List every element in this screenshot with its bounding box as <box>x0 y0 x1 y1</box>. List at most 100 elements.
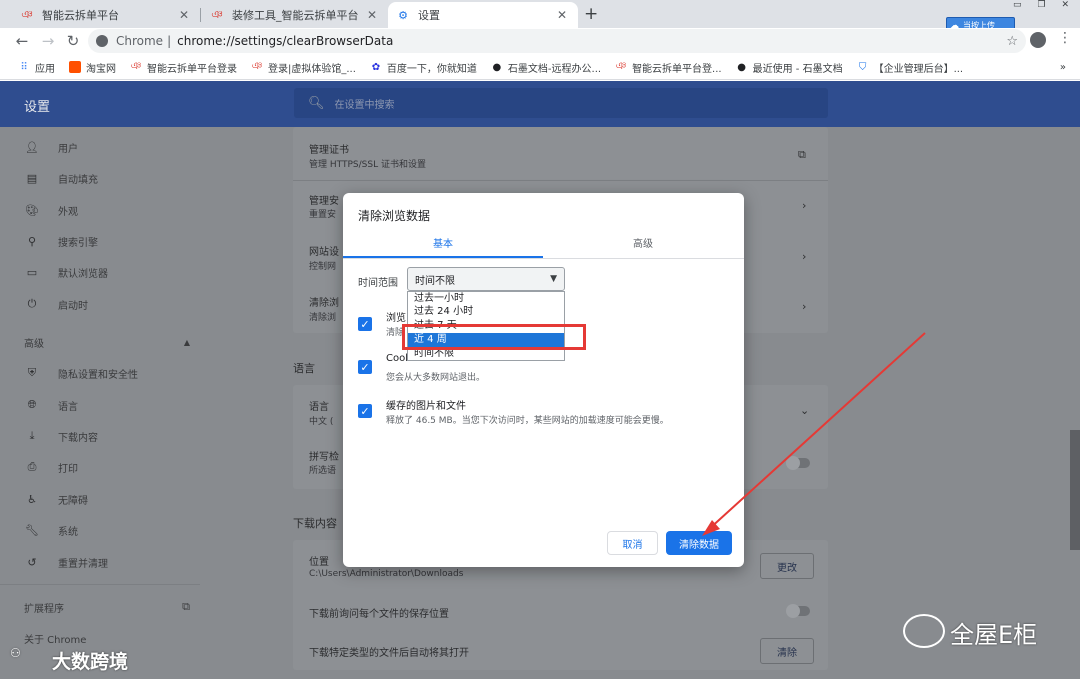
tab-settings[interactable]: ⚙ 设置 ✕ <box>388 2 578 28</box>
history-title: 浏览 <box>386 313 406 324</box>
sidebar-item-system[interactable]: 🔧︎ 系统 <box>24 520 78 540</box>
back-icon[interactable]: ← <box>10 28 34 54</box>
close-icon[interactable]: ✕ <box>176 8 192 22</box>
forward-icon[interactable]: → <box>36 28 60 54</box>
tab-1[interactable]: ঞ 智能云拆单平台 ✕ <box>12 2 200 28</box>
sidebar-item-label: 系统 <box>58 526 78 538</box>
bookmarks-more[interactable]: » <box>1060 62 1066 73</box>
clear-browsing-data-dialog: 清除浏览数据 基本 高级 时间范围 时间不限 ▼ ✓ 浏览 清除 ✓ Cook … <box>343 193 744 567</box>
sidebar-item-label: 重置并清理 <box>58 558 108 570</box>
minimize-icon[interactable]: ▭ <box>1013 0 1022 12</box>
page-title: 设置 <box>24 100 51 115</box>
cancel-button[interactable]: 取消 <box>607 531 658 555</box>
tab-advanced[interactable]: 高级 <box>543 235 743 257</box>
star-icon[interactable]: ☆ <box>1006 34 1018 49</box>
sidebar-item-people[interactable]: 👤︎ 用户 <box>24 137 78 157</box>
new-tab-button[interactable]: + <box>584 4 598 24</box>
globe-icon: 🌐︎ <box>27 398 37 411</box>
change-location-button[interactable]: 更改 <box>760 553 814 579</box>
close-icon[interactable]: ✕ <box>364 8 380 22</box>
bookmark-item[interactable]: ঞ 智能云拆单平台登录 <box>130 60 237 75</box>
wechat-icon <box>903 614 945 648</box>
sidebar-item-label: 搜索引擎 <box>58 237 98 249</box>
cookies-checkbox[interactable]: ✓ <box>358 360 372 374</box>
languages-section-title: 语言 <box>293 362 315 375</box>
tab-basic[interactable]: 基本 <box>343 235 543 257</box>
sidebar-item-search-engine[interactable]: ⚲ 搜索引擎 <box>24 231 98 251</box>
omnibox-site: Chrome <box>116 34 164 48</box>
sidebar-item-startup[interactable]: ⏻ 启动时 <box>24 294 88 314</box>
accessibility-icon: ♿︎ <box>27 492 37 506</box>
dropdown-arrow-icon: ▼ <box>550 274 557 284</box>
sidebar-item-privacy[interactable]: ⛨ 隐私设置和安全性 <box>24 363 138 383</box>
bookmark-item[interactable]: ⛉ 【企业管理后台】... <box>857 60 964 75</box>
bookmark-item[interactable]: ● 最近使用 - 石墨文档 <box>736 60 842 75</box>
sidebar-item-reset[interactable]: ↺ 重置并清理 <box>24 552 108 572</box>
bookmark-item[interactable]: ঞ 登录|虚拟体验馆_... <box>251 60 356 75</box>
window-controls[interactable]: ▭ ❐ ✕ <box>1005 0 1077 12</box>
bookmark-item[interactable]: ● 石墨文档-远程办公... <box>491 60 602 75</box>
time-range-value: 时间不限 <box>415 275 455 287</box>
tab-divider <box>343 258 744 259</box>
reload-icon[interactable]: ↻ <box>61 28 85 54</box>
clear-data-title: 清除浏 <box>309 298 339 309</box>
scrollbar[interactable] <box>1070 430 1080 550</box>
baidu-paw-icon: ✿ <box>371 61 381 73</box>
clear-data-subtitle: 清除浏 <box>309 313 337 323</box>
sidebar-item-default-browser[interactable]: ▭ 默认浏览器 <box>24 262 108 282</box>
sidebar-item-label: 默认浏览器 <box>58 268 108 280</box>
sidebar-item-extensions[interactable]: 扩展程序 ⧉ <box>24 597 190 617</box>
close-icon[interactable]: ✕ <box>554 8 570 22</box>
apps-icon: ⠿ <box>20 61 28 73</box>
language-subtitle: 中文 ( <box>309 417 334 427</box>
bookmark-item[interactable]: ✿ 百度一下，你就知道 <box>370 60 477 75</box>
omnibox[interactable]: Chrome | chrome://settings/clearBrowserD… <box>88 29 1026 53</box>
time-range-select[interactable]: 时间不限 ▼ <box>407 267 565 291</box>
chevron-right-icon[interactable]: › <box>802 199 806 212</box>
option-last-hour[interactable]: 过去一小时 <box>408 292 564 306</box>
cert-subtitle: 管理 HTTPS/SSL 证书和设置 <box>309 160 426 170</box>
divider <box>293 180 828 181</box>
site-settings-subtitle: 控制网 <box>309 262 337 272</box>
bookmark-label: 登录|虚拟体验馆_... <box>268 63 356 75</box>
sidebar-item-about[interactable]: 关于 Chrome <box>24 628 86 648</box>
spellcheck-title: 拼写检 <box>309 452 339 463</box>
sidebar-item-appearance[interactable]: 🎨︎ 外观 <box>24 200 78 220</box>
security-title: 管理安 <box>309 196 339 207</box>
sidebar-item-accessibility[interactable]: ♿︎ 无障碍 <box>24 489 88 509</box>
sidebar-item-downloads[interactable]: ⤓ 下载内容 <box>24 426 98 446</box>
restore-icon[interactable]: ❐ <box>1037 0 1045 12</box>
sidebar-item-autofill[interactable]: ▤ 自动填充 <box>24 168 98 188</box>
app-logo-icon: ঞ <box>615 60 627 72</box>
search-placeholder: 在设置中搜索 <box>334 99 395 111</box>
search-icon: ⚲ <box>27 234 37 248</box>
tab-separator <box>200 8 201 22</box>
bookmark-apps[interactable]: ⠿ 应用 <box>18 60 55 75</box>
ask-location-toggle[interactable] <box>786 604 810 618</box>
sidebar-item-printing[interactable]: ⎙ 打印 <box>24 457 78 477</box>
clear-auto-open-button[interactable]: 清除 <box>760 638 814 664</box>
bookmark-item[interactable]: 淘宝网 <box>69 60 116 75</box>
sidebar-item-label: 下载内容 <box>58 432 98 444</box>
gear-icon: ⚙ <box>398 8 408 22</box>
menu-icon[interactable]: ⋮ <box>1058 30 1072 46</box>
bookmark-label: 智能云拆单平台登... <box>632 63 722 75</box>
bookmark-label: 【企业管理后台】... <box>873 63 964 75</box>
chevron-right-icon[interactable]: › <box>802 300 806 313</box>
shimo-icon: ● <box>492 61 502 73</box>
close-window-icon[interactable]: ✕ <box>1061 0 1069 12</box>
sidebar-item-label: 语言 <box>58 401 78 413</box>
bookmark-item[interactable]: ঞ 智能云拆单平台登... <box>615 60 722 75</box>
sidebar-advanced-toggle[interactable]: 高级 ▲ <box>24 332 190 352</box>
bookmarks-bar: ⠿ 应用 淘宝网 ঞ 智能云拆单平台登录 ঞ 登录|虚拟体验馆_... ✿ 百度一下，你… <box>0 55 1080 80</box>
option-last-24h[interactable]: 过去 24 小时 <box>408 305 564 319</box>
external-link-icon[interactable]: ⧉ <box>798 148 806 162</box>
history-checkbox[interactable]: ✓ <box>358 317 372 331</box>
tab-2[interactable]: ঞ 装修工具_智能云拆单平台 ✕ <box>202 2 388 28</box>
settings-search[interactable]: 🔍︎ 在设置中搜索 <box>294 88 828 118</box>
profile-avatar[interactable] <box>1030 32 1046 48</box>
sidebar-item-languages[interactable]: 🌐︎ 语言 <box>24 395 78 415</box>
cache-checkbox[interactable]: ✓ <box>358 404 372 418</box>
language-title: 语言 <box>309 402 329 413</box>
chevron-right-icon[interactable]: › <box>802 250 806 263</box>
